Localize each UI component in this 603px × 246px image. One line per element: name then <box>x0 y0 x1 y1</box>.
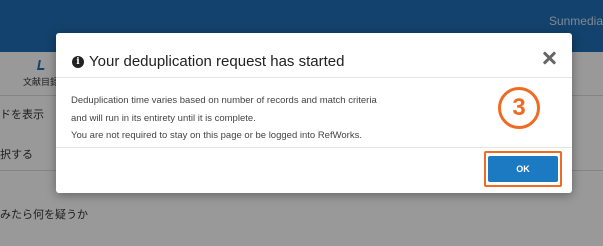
dialog-title: Your deduplication request has started <box>89 53 345 70</box>
close-icon[interactable] <box>539 48 559 68</box>
dialog-header: i Your deduplication request has started <box>56 33 572 77</box>
dialog-body-line-3: You are not required to stay on this pag… <box>71 130 362 141</box>
dialog-divider <box>56 77 572 78</box>
dialog-body-line-1: Deduplication time varies based on numbe… <box>71 95 377 106</box>
info-circle-icon: i <box>72 56 84 68</box>
dedup-dialog: i Your deduplication request has started… <box>56 33 572 193</box>
dialog-body-line-2: and will run in its entirety until it is… <box>71 113 256 124</box>
ok-button[interactable]: OK <box>488 156 558 182</box>
dialog-footer-divider <box>56 147 572 148</box>
step-number-badge: 3 <box>498 87 540 129</box>
